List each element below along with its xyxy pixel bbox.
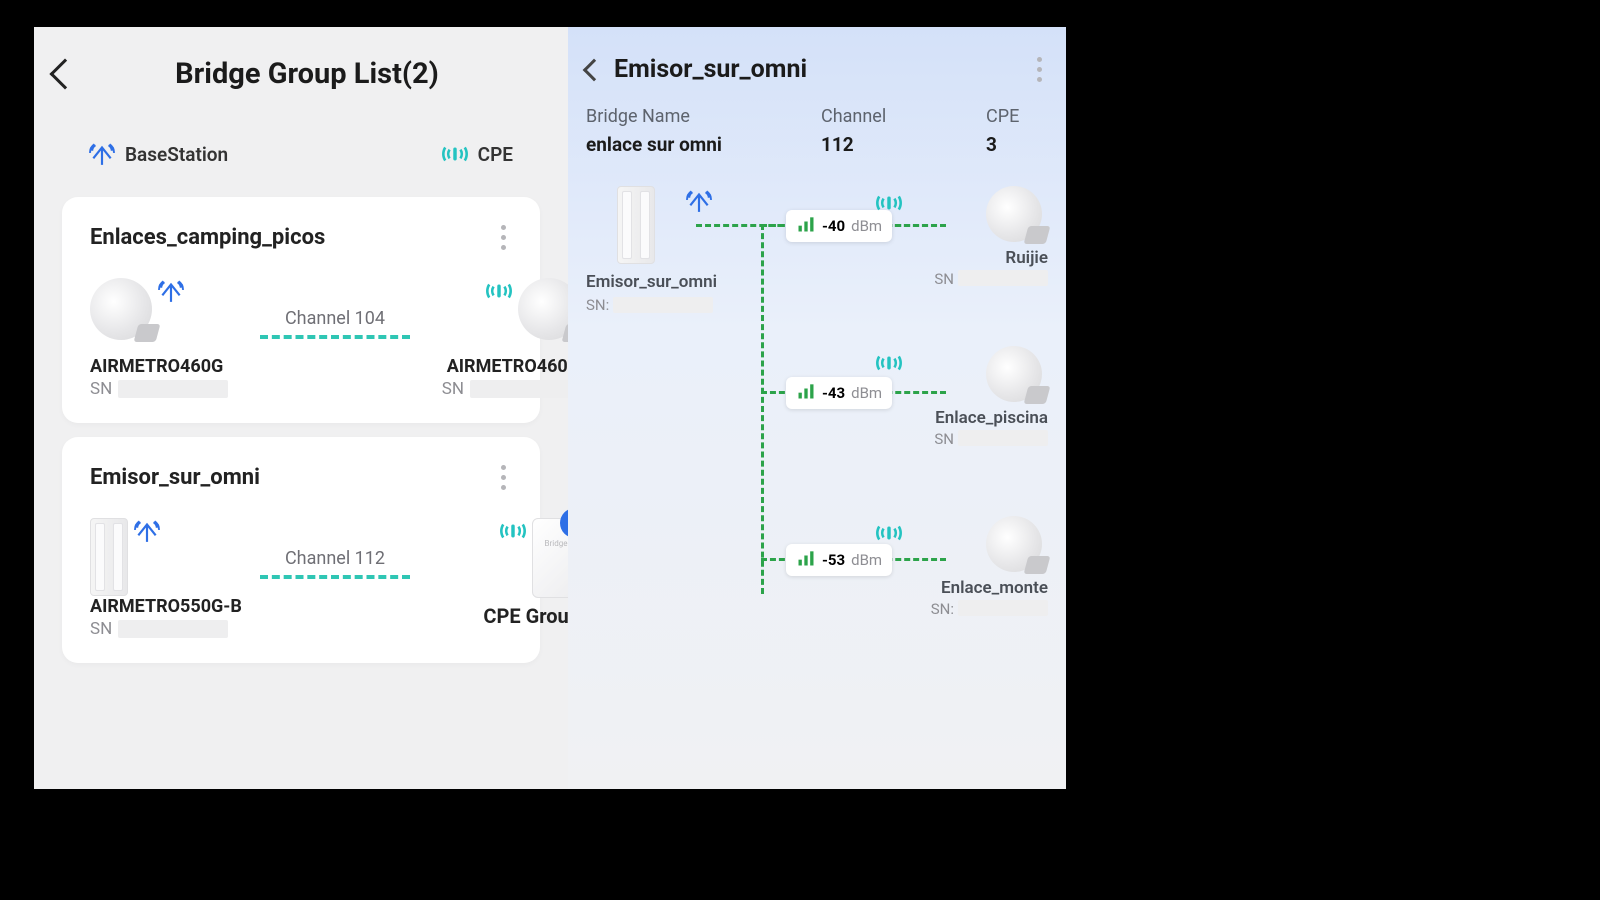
bridge-name-label: Bridge Name xyxy=(586,106,821,127)
signal-bars-icon xyxy=(796,214,816,238)
cpe-icon xyxy=(442,141,468,167)
basestation-icon xyxy=(89,141,115,167)
card-menu-button[interactable] xyxy=(495,219,512,256)
bridge-group-card[interactable]: Enlaces_camping_picos AIRMETRO460G SN xyxy=(62,197,540,423)
basestation-icon xyxy=(158,278,184,308)
dish-icon xyxy=(518,278,568,340)
basestation-icon xyxy=(686,188,712,218)
cpe-node[interactable]: Enlace_monte SN: xyxy=(908,516,1048,618)
card-title: Emisor_sur_omni xyxy=(90,465,260,490)
cpe-count-value: 3 xyxy=(986,133,997,156)
card-title: Enlaces_camping_picos xyxy=(90,225,325,250)
dish-icon xyxy=(986,186,1042,242)
sn-redacted xyxy=(958,600,1048,616)
cpe-name: Enlace_piscina xyxy=(908,408,1048,428)
sn-label: SN: xyxy=(931,600,954,618)
link-line xyxy=(260,575,410,579)
cpe-icon xyxy=(876,350,902,380)
legend-row: BaseStation CPE xyxy=(54,141,548,183)
signal-unit: dBm xyxy=(851,384,882,402)
detail-menu-button[interactable] xyxy=(1031,51,1048,88)
channel-label: Channel xyxy=(821,106,986,127)
device-model: AIRMETRO550G-B xyxy=(90,596,242,617)
detail-title: Emisor_sur_omni xyxy=(614,55,1019,84)
signal-unit: dBm xyxy=(851,551,882,569)
signal-bars-icon xyxy=(796,381,816,405)
sn-redacted xyxy=(958,270,1048,286)
omni-antenna-icon xyxy=(617,186,655,264)
signal-pill: -43 dBm xyxy=(786,377,892,409)
cpe-name: Ruijie xyxy=(908,248,1048,268)
cpe-icon xyxy=(876,520,902,550)
sn-label: SN xyxy=(90,619,112,639)
master-node[interactable]: Emisor_sur_omni SN: xyxy=(586,186,736,314)
cpe-node[interactable]: Enlace_piscina SN xyxy=(908,346,1048,448)
page-title: Bridge Group List(2) xyxy=(106,57,508,91)
cpe-icon xyxy=(876,190,902,220)
cpe-group-label: CPE Group xyxy=(483,604,568,628)
bridge-name-value: enlace sur omni xyxy=(586,133,821,156)
bridge-group-card[interactable]: Emisor_sur_omni AIRMETRO550G-B SN C xyxy=(62,437,540,663)
dish-icon xyxy=(986,516,1042,572)
link-line xyxy=(260,335,410,339)
sn-redacted xyxy=(470,380,568,398)
cpe-icon xyxy=(500,518,526,548)
cpe-name: Enlace_monte xyxy=(908,578,1048,598)
signal-value: -40 xyxy=(822,217,845,235)
sn-redacted xyxy=(613,297,713,313)
sn-redacted xyxy=(118,380,228,398)
cpe-icon xyxy=(486,278,512,308)
master-name: Emisor_sur_omni xyxy=(586,272,736,292)
channel-label: Channel 104 xyxy=(285,308,385,329)
sn-label: SN xyxy=(442,379,464,399)
sn-redacted xyxy=(118,620,228,638)
dish-icon xyxy=(986,346,1042,402)
sn-redacted xyxy=(958,430,1048,446)
card-menu-button[interactable] xyxy=(495,459,512,496)
legend-cpe: CPE xyxy=(478,143,513,166)
basestation-icon xyxy=(134,518,160,548)
omni-antenna-icon xyxy=(90,518,128,596)
sn-label: SN xyxy=(90,379,112,399)
sn-label: SN xyxy=(934,270,954,288)
back-button[interactable] xyxy=(49,58,80,89)
cpe-node[interactable]: Ruijie SN xyxy=(908,186,1048,288)
channel-label: Channel 112 xyxy=(285,548,385,569)
sn-label: SN: xyxy=(586,296,609,314)
sn-label: SN xyxy=(934,430,954,448)
signal-value: -43 xyxy=(822,384,845,402)
signal-value: -53 xyxy=(822,551,845,569)
link-line xyxy=(761,224,764,594)
device-model: AIRMETRO460G xyxy=(447,356,568,377)
dish-icon xyxy=(90,278,152,340)
cpe-count-label: CPE xyxy=(986,106,1019,127)
device-model: AIRMETRO460G xyxy=(90,356,223,377)
channel-value: 112 xyxy=(821,133,986,156)
signal-bars-icon xyxy=(796,548,816,572)
legend-basestation: BaseStation xyxy=(125,143,228,166)
detail-back-button[interactable] xyxy=(583,58,606,81)
